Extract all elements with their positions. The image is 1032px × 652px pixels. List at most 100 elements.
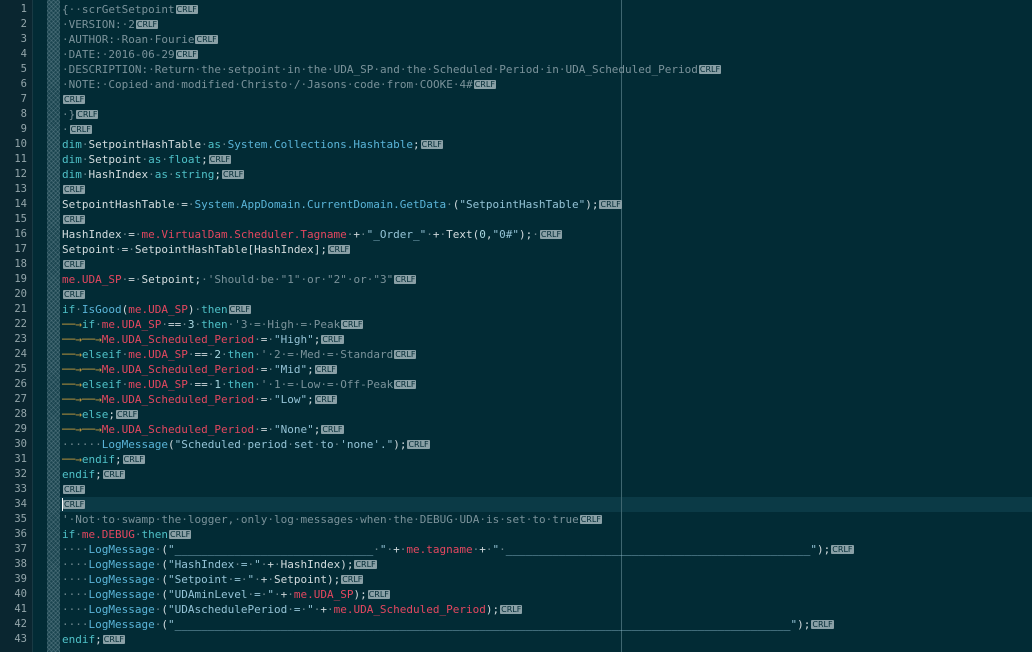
eol-marker: CRLF <box>579 515 602 524</box>
eol-marker: CRLF <box>63 290 86 299</box>
eol-marker: CRLF <box>63 485 86 494</box>
code-text: ····LogMessage·("HashIndex·=·"·+·HashInd… <box>62 558 377 571</box>
eol-marker: CRLF <box>500 605 523 614</box>
code-text: CRLF <box>62 497 86 512</box>
code-text: dim·HashIndex·as·string; CRLF <box>62 168 245 181</box>
code-text: CRLF <box>62 257 86 272</box>
line-number: 6 <box>20 78 27 90</box>
code-text: endif; CRLF <box>62 468 125 481</box>
line-number: 39 <box>14 573 27 585</box>
line-number: 27 <box>14 393 27 405</box>
line-number: 25 <box>14 363 27 375</box>
eol-marker: CRLF <box>341 575 364 584</box>
code-text: CRLF <box>62 482 86 497</box>
eol-marker: CRLF <box>63 185 86 194</box>
line-number: 15 <box>14 213 27 225</box>
line-number: 30 <box>14 438 27 450</box>
code-text: me.UDA_SP·=·Setpoint;·'Should·be·"1"·or·… <box>62 273 417 286</box>
eol-marker: CRLF <box>122 455 145 464</box>
eol-marker: CRLF <box>63 500 86 509</box>
eol-marker: CRLF <box>208 155 231 164</box>
code-text: ──→else; CRLF <box>62 408 139 421</box>
line-number: 26 <box>14 378 27 390</box>
code-editor[interactable]: 1 {··scrGetSetpoint CRLF 2 ·VERSION:·2 CRLF 3 ·… <box>0 0 1032 652</box>
eol-marker: CRLF <box>175 5 198 14</box>
code-text: SetpointHashTable·=·System.AppDomain.Cur… <box>62 198 622 211</box>
line-number: 18 <box>14 258 27 270</box>
line-number: 12 <box>14 168 27 180</box>
code-text: dim·SetpointHashTable·as·System.Collecti… <box>62 138 443 151</box>
eol-marker: CRLF <box>314 395 337 404</box>
line-number: 2 <box>20 18 27 30</box>
line-number: 36 <box>14 528 27 540</box>
fold-margin[interactable] <box>47 0 60 652</box>
eol-marker: CRLF <box>394 275 417 284</box>
eol-marker: CRLF <box>327 245 351 254</box>
code-text: ····LogMessage·("_______________________… <box>62 618 834 631</box>
code-text: ──→──→Me.UDA_Scheduled_Period·=·"Mid"; CR… <box>62 363 337 376</box>
code-text: ·} CRLF <box>62 108 99 121</box>
line-number: 10 <box>14 138 27 150</box>
line-number: 34 <box>14 498 27 510</box>
line-number: 23 <box>14 333 27 345</box>
eol-marker: CRLF <box>698 65 722 74</box>
code-text: ──→elseif·me.UDA_SP·==·2·then·'·2·=·Med·… <box>62 348 417 361</box>
code-text: ·DATE:·2016-06-29 CRLF <box>62 48 198 61</box>
code-text: ·AUTHOR:·Roan·Fourie CRLF <box>62 33 218 46</box>
eol-marker: CRLF <box>102 470 125 479</box>
current-line-highlight <box>60 497 1032 512</box>
eol-marker: CRLF <box>76 110 99 119</box>
code-text: ····LogMessage·("Setpoint·=·"·+·Setpoint… <box>62 573 364 586</box>
line-number: 5 <box>20 63 27 75</box>
eol-marker: CRLF <box>354 560 377 569</box>
code-text: Setpoint·=·SetpointHashTable[HashIndex];… <box>62 243 351 256</box>
code-text: {··scrGetSetpoint CRLF <box>62 3 198 16</box>
line-number: 11 <box>14 153 27 165</box>
eol-marker: CRLF <box>63 215 86 224</box>
line-number: 42 <box>14 618 27 630</box>
line-number: 35 <box>14 513 27 525</box>
eol-marker: CRLF <box>811 620 834 629</box>
eol-marker: CRLF <box>228 305 251 314</box>
code-text: ──→elseif·me.UDA_SP·==·1·then·'·1·=·Low·… <box>62 378 417 391</box>
line-number: 33 <box>14 483 27 495</box>
line-number: 37 <box>14 543 27 555</box>
line-number: 20 <box>14 288 27 300</box>
line-number: 40 <box>14 588 27 600</box>
code-text: CRLF <box>62 92 86 107</box>
code-text: ──→endif; CRLF <box>62 453 145 466</box>
eol-marker: CRLF <box>195 35 218 44</box>
eol-marker: CRLF <box>69 125 92 134</box>
line-number: 21 <box>14 303 27 315</box>
line-number: 32 <box>14 468 27 480</box>
eol-marker: CRLF <box>599 200 622 209</box>
line-number: 7 <box>20 93 27 105</box>
code-text: '·Not·to·swamp·the·logger,·only·log·mess… <box>62 513 602 526</box>
eol-marker: CRLF <box>831 545 854 554</box>
code-text: ······LogMessage("Scheduled·period·set·t… <box>62 438 430 451</box>
line-number: 29 <box>14 423 27 435</box>
code-text: CRLF <box>62 212 86 227</box>
line-number: 38 <box>14 558 27 570</box>
text-caret <box>62 498 63 511</box>
code-text: ·DESCRIPTION:·Return·the·setpoint·in·the… <box>62 63 722 76</box>
code-text: ──→──→Me.UDA_Scheduled_Period·=·"Low"; CR… <box>62 393 337 406</box>
line-number: 3 <box>20 33 27 45</box>
eol-marker: CRLF <box>367 590 390 599</box>
code-text: ·NOTE:·Copied·and·modified·Christo·/·Jas… <box>62 78 496 91</box>
line-number: 17 <box>14 243 27 255</box>
code-text: ·VERSION:·2 CRLF <box>62 18 159 31</box>
line-number: 1 <box>20 3 27 15</box>
code-text: ····LogMessage·("UDAminLevel·=·"·+·me.UD… <box>62 588 390 601</box>
eol-marker: CRLF <box>341 320 364 329</box>
line-number: 16 <box>14 228 27 240</box>
line-number: 4 <box>20 48 27 60</box>
eol-marker: CRLF <box>314 365 337 374</box>
line-number: 9 <box>20 123 27 135</box>
code-text: if·me.DEBUG·then CRLF <box>62 528 192 541</box>
code-text: CRLF <box>62 287 86 302</box>
code-text: HashIndex·=·me.VirtualDam.Scheduler.Tagn… <box>62 228 563 241</box>
eol-marker: CRLF <box>394 350 417 359</box>
eol-marker: CRLF <box>175 50 198 59</box>
line-number: 31 <box>14 453 27 465</box>
